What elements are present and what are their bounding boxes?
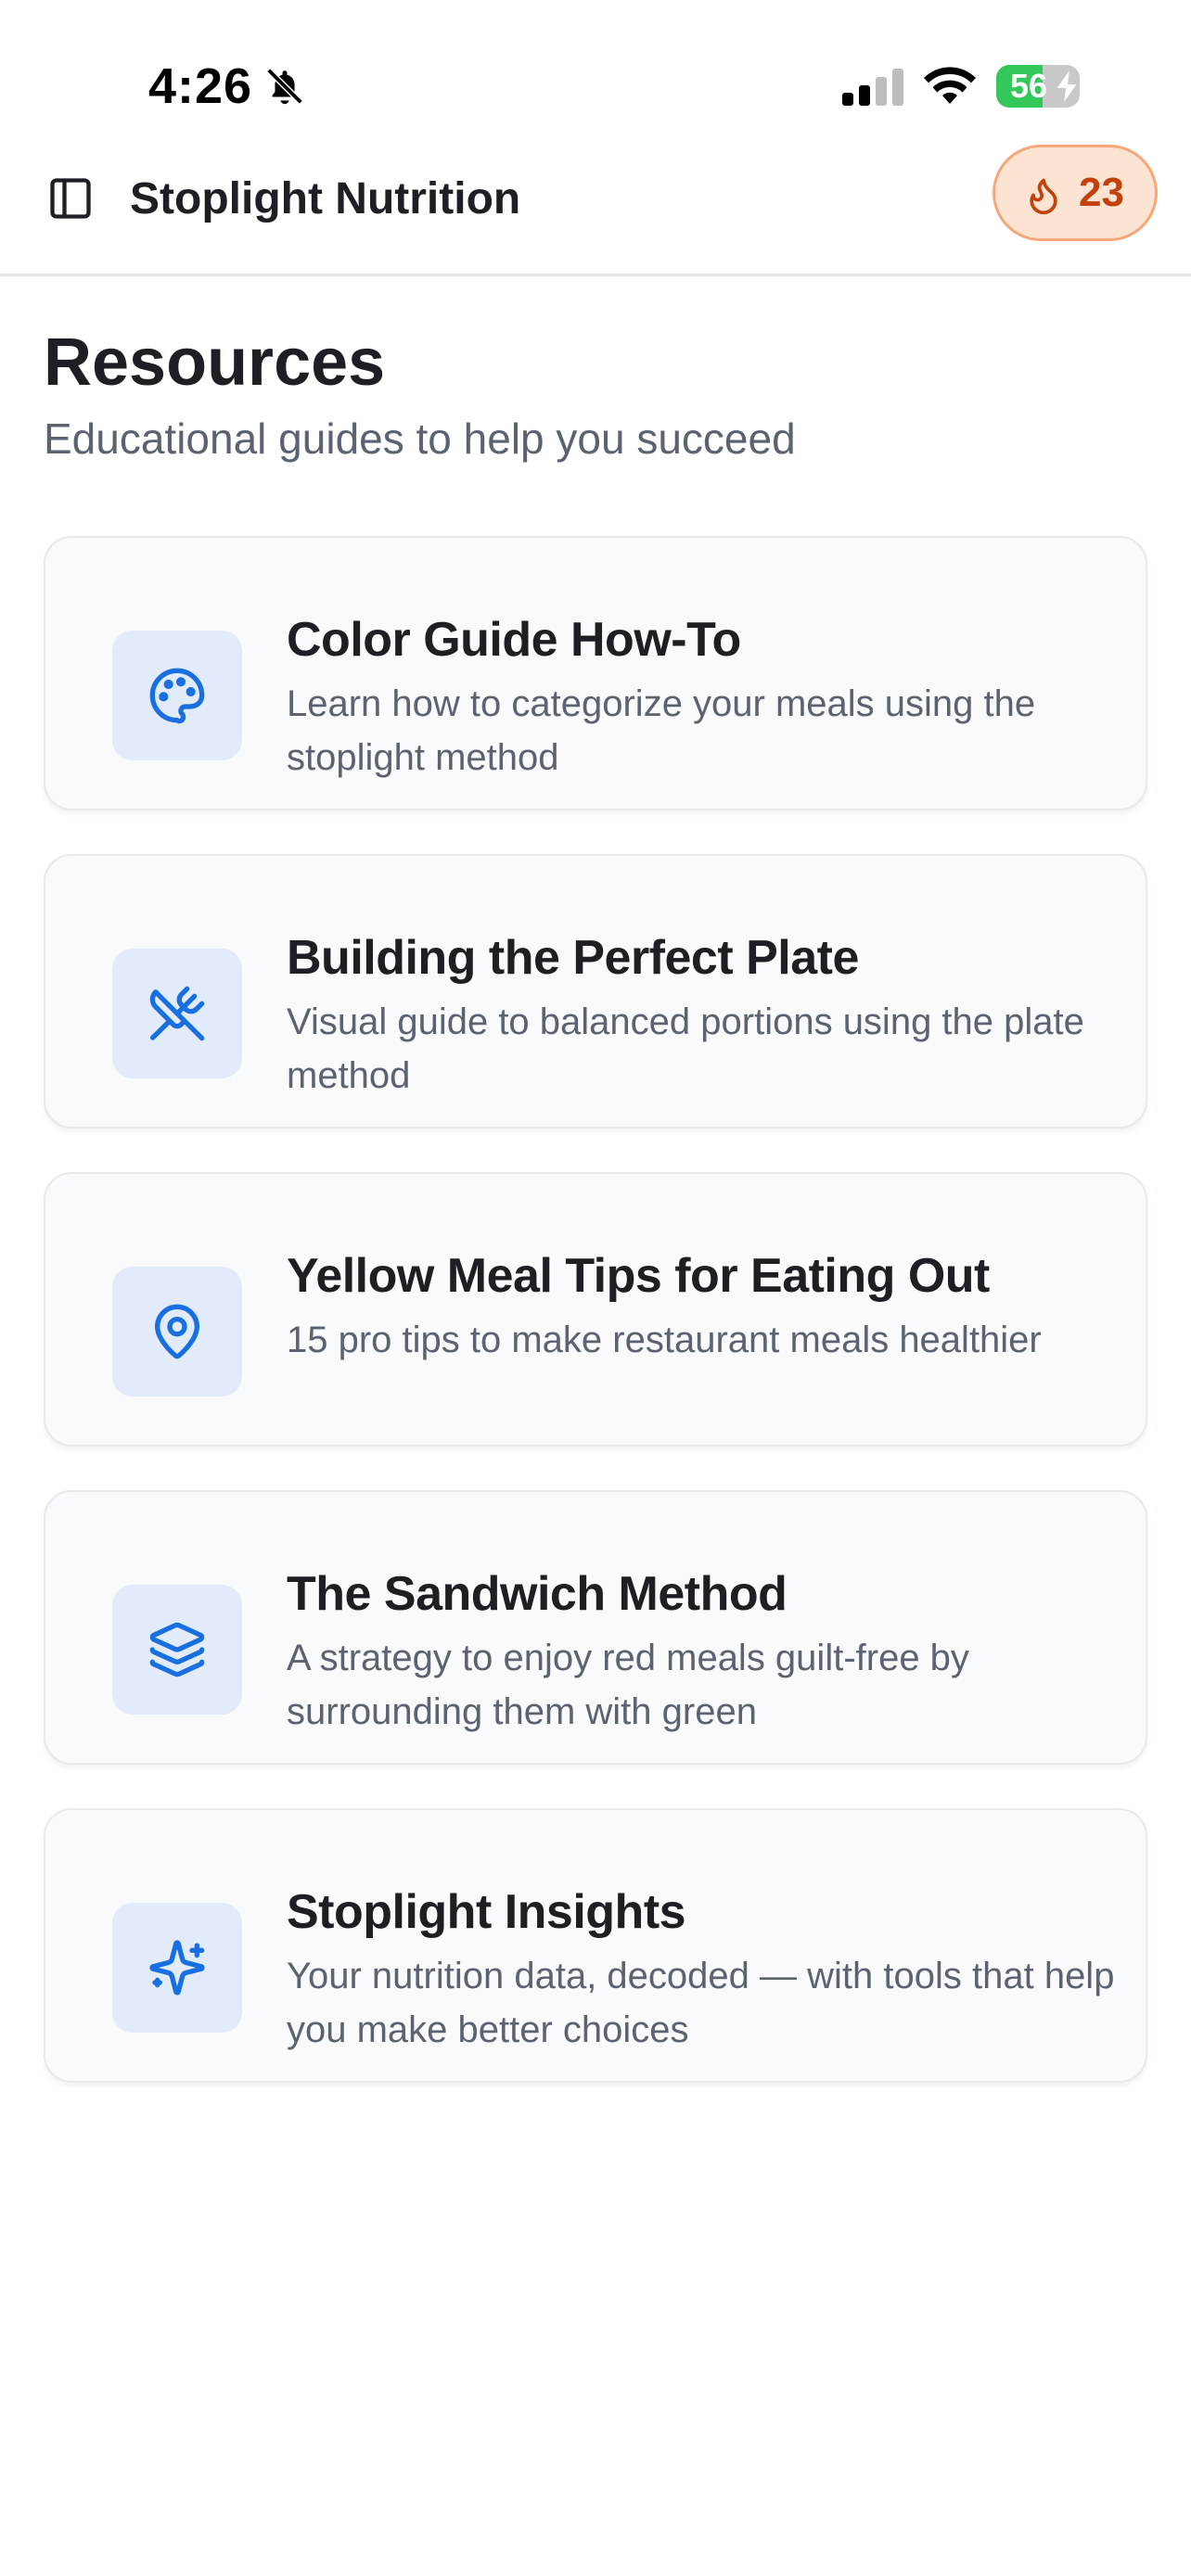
card-icon-container — [112, 1903, 242, 2033]
bolt-icon — [1057, 70, 1077, 102]
status-time: 4:26 — [148, 58, 253, 114]
card-icon-container — [112, 1585, 242, 1715]
page-subtitle: Educational guides to help you succeed — [44, 414, 796, 463]
app-title: Stoplight Nutrition — [130, 174, 521, 223]
map-pin-icon — [155, 1304, 199, 1359]
resource-card-eating-out[interactable]: Yellow Meal Tips for Eating Out 15 pro t… — [44, 1172, 1147, 1447]
status-bar: 4:26 56 — [0, 0, 1191, 158]
layers-icon — [149, 1622, 205, 1677]
card-icon-container — [112, 631, 242, 760]
wifi-icon — [924, 67, 976, 104]
card-description: 15 pro tips to make restaurant meals hea… — [287, 1320, 1042, 1360]
bell-slash-icon — [266, 68, 303, 105]
cellular-signal-icon — [842, 69, 903, 106]
app-header: Stoplight Nutrition 23 — [0, 139, 1191, 276]
resource-card-color-guide[interactable]: Color Guide How-To Learn how to categori… — [44, 536, 1147, 810]
flame-icon — [1030, 178, 1057, 215]
utensils-crossed-icon — [149, 986, 205, 1041]
card-title: Stoplight Insights — [287, 1885, 686, 1939]
resource-list: Color Guide How-To Learn how to categori… — [44, 536, 1147, 2126]
resource-card-perfect-plate[interactable]: Building the Perfect Plate Visual guide … — [44, 854, 1147, 1129]
palette-icon — [149, 668, 205, 724]
card-description: Visual guide to balanced portions using … — [287, 1001, 1084, 1096]
card-description: A strategy to enjoy red meals guilt-free… — [287, 1638, 969, 1732]
card-title: The Sandwich Method — [287, 1567, 788, 1621]
resource-card-sandwich-method[interactable]: The Sandwich Method A strategy to enjoy … — [44, 1490, 1147, 1765]
card-title: Yellow Meal Tips for Eating Out — [287, 1249, 990, 1303]
sidebar-toggle-icon[interactable] — [46, 174, 95, 223]
card-icon-container — [112, 949, 242, 1078]
battery-percent: 56 — [1009, 67, 1048, 105]
card-description: Learn how to categorize your meals using… — [287, 683, 1036, 778]
card-description: Your nutrition data, decoded — with tool… — [287, 1956, 1115, 2050]
card-title: Building the Perfect Plate — [287, 931, 859, 985]
streak-badge[interactable]: 23 — [992, 145, 1158, 241]
page-title: Resources — [44, 325, 386, 400]
resource-card-stoplight-insights[interactable]: Stoplight Insights Your nutrition data, … — [44, 1808, 1147, 2083]
card-icon-container — [112, 1267, 242, 1396]
card-title: Color Guide How-To — [287, 613, 741, 667]
streak-count: 23 — [1079, 170, 1124, 215]
sparkles-icon — [149, 1940, 205, 1996]
